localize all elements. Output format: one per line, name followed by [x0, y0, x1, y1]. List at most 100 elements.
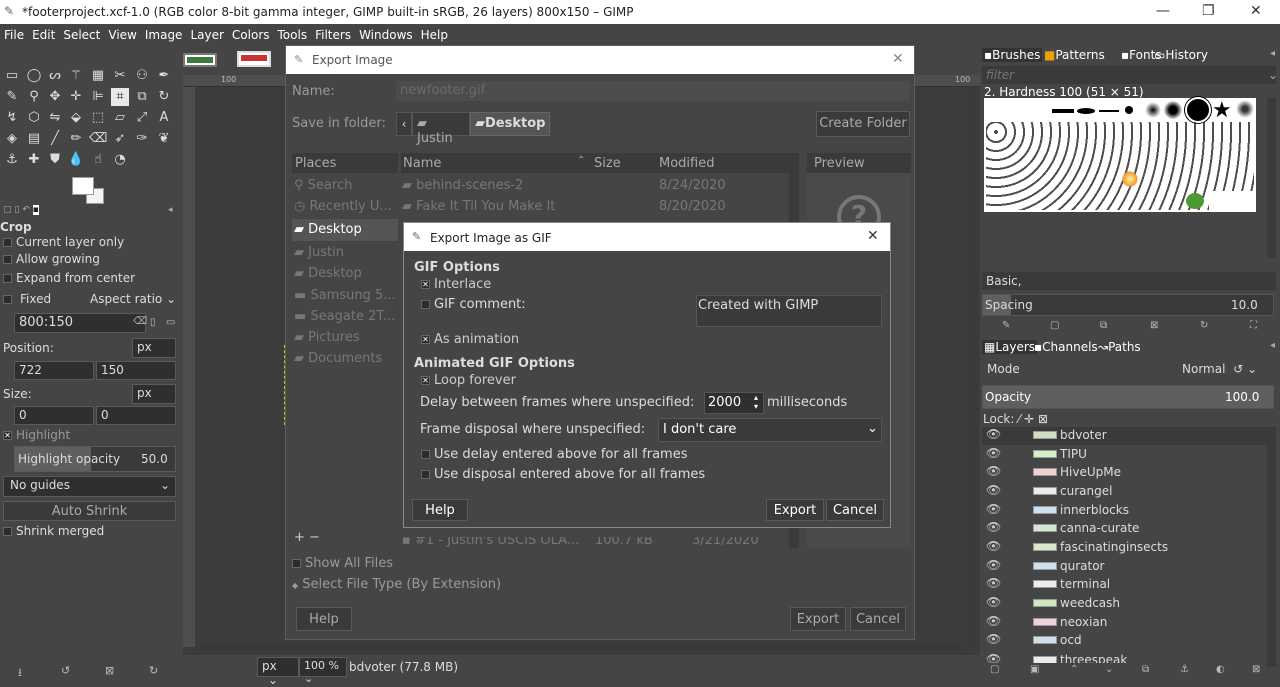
export-cancel-button[interactable]: Cancel: [850, 607, 906, 631]
use-disposal-option[interactable]: Use disposal entered above for all frame…: [421, 467, 705, 482]
eye-icon[interactable]: 👁: [986, 502, 1001, 516]
shrink-merged-option[interactable]: Shrink merged: [3, 524, 186, 538]
zoom-select[interactable]: 100 % ⌄: [299, 657, 347, 685]
unified-transform-icon[interactable]: ⧉: [133, 88, 151, 106]
eye-icon[interactable]: 👁: [986, 614, 1001, 628]
brush-thumb[interactable]: [1236, 100, 1254, 118]
brush-scrollbar[interactable]: [1267, 98, 1276, 258]
new-layer-icon[interactable]: ▣: [1030, 664, 1039, 675]
expand-from-center-checkbox[interactable]: [3, 274, 12, 283]
tab-history[interactable]: ▭History: [1154, 48, 1208, 62]
foreground-select-icon[interactable]: ⚇: [133, 67, 151, 85]
gif-comment-checkbox[interactable]: [421, 300, 430, 309]
reset-options-icon[interactable]: ↻: [149, 664, 158, 677]
new-brush-icon[interactable]: ▢: [1050, 320, 1059, 331]
clone-icon[interactable]: ⚓: [3, 151, 21, 169]
dodge-burn-icon[interactable]: ◔: [111, 151, 129, 169]
file-row[interactable]: ▰ Fake It Til You Make It 8/20/2020: [402, 199, 788, 214]
chevron-down-icon[interactable]: ⌄: [1268, 68, 1278, 82]
as-animation-option[interactable]: ✕ As animation: [421, 332, 519, 347]
save-options-icon[interactable]: ⭳: [18, 664, 22, 683]
place-recent[interactable]: ◷ Recently U...: [294, 199, 392, 214]
layer-row[interactable]: 👁 curangel: [982, 483, 1267, 501]
delete-layer-icon[interactable]: ⊠: [1252, 664, 1260, 675]
crop-icon[interactable]: ⌗: [111, 88, 129, 106]
layer-row[interactable]: 👁 TIPU: [982, 446, 1267, 464]
place-justin[interactable]: ▰ Justin: [294, 245, 344, 260]
raise-layer-icon[interactable]: ⌃: [1070, 664, 1078, 675]
panel-menu-icon[interactable]: ◂: [168, 205, 173, 215]
undo-tab-icon[interactable]: ↶: [22, 205, 30, 215]
gif-comment-option[interactable]: GIF comment:: [421, 297, 526, 312]
lasso-icon[interactable]: ᔕ: [46, 67, 64, 85]
breadcrumb-desktop[interactable]: ▰Desktop: [470, 112, 550, 136]
rect-select-icon[interactable]: ▭: [3, 67, 21, 85]
align-icon[interactable]: ⊫: [89, 88, 107, 106]
paths-icon[interactable]: ✒: [155, 67, 173, 85]
warp-icon[interactable]: ↯: [3, 109, 21, 127]
eye-icon[interactable]: 👁: [986, 520, 1001, 534]
images-tab-icon[interactable]: ▪: [32, 205, 39, 215]
menu-select[interactable]: Select: [59, 24, 104, 42]
scale-icon[interactable]: ⤢: [133, 109, 151, 127]
menu-layer[interactable]: Layer: [186, 24, 227, 42]
panel-menu-icon[interactable]: ◂: [1270, 48, 1275, 59]
guides-select[interactable]: No guides ⌄: [3, 476, 176, 497]
spacing-slider[interactable]: Spacing 10.0: [982, 294, 1274, 316]
minimize-icon[interactable]: —: [1156, 3, 1170, 19]
sparkle-brush-thumb[interactable]: [1122, 171, 1138, 187]
brush-thumb[interactable]: [1145, 102, 1161, 118]
image-thumbnail-active[interactable]: [237, 51, 271, 67]
current-layer-only-checkbox[interactable]: [3, 238, 12, 247]
eye-icon[interactable]: 👁: [986, 539, 1001, 553]
measure-icon[interactable]: ✥: [46, 88, 64, 106]
mode-select[interactable]: Normal ↺ ⌄: [1180, 359, 1276, 379]
menu-image[interactable]: Image: [141, 24, 187, 42]
place-desktop[interactable]: ▰ Desktop: [294, 266, 362, 281]
portrait-icon[interactable]: ▯: [150, 317, 156, 328]
scissors-icon[interactable]: ✂: [111, 67, 129, 85]
eye-icon[interactable]: 👁: [986, 483, 1001, 497]
expand-from-center-option[interactable]: Expand from center: [3, 271, 186, 285]
paintbrush-icon[interactable]: ╱: [46, 130, 64, 148]
position-y-input[interactable]: 150: [96, 361, 176, 380]
loop-forever-checkbox[interactable]: ✕: [421, 376, 430, 385]
place-search[interactable]: ⚲ Search: [294, 178, 352, 193]
ellipse-select-icon[interactable]: ◯: [25, 67, 43, 85]
close-icon[interactable]: ✕: [867, 228, 879, 244]
brush-preset-select[interactable]: Basic,: [982, 272, 1276, 290]
foreground-color-swatch[interactable]: [72, 177, 94, 195]
position-unit-select[interactable]: px ⌄: [132, 338, 176, 368]
eye-icon[interactable]: 👁: [986, 632, 1001, 646]
image-thumbnail[interactable]: [183, 53, 217, 67]
show-all-files-option[interactable]: Show All Files: [292, 556, 393, 571]
anchor-layer-icon[interactable]: ⚓: [1180, 664, 1189, 675]
size-unit-select[interactable]: px ⌄: [132, 384, 176, 414]
eye-icon[interactable]: 👁: [986, 595, 1001, 609]
tab-channels[interactable]: ▪Channels: [1034, 340, 1098, 354]
tab-layers[interactable]: ▦Layers: [982, 340, 1038, 354]
menu-help[interactable]: Help: [417, 24, 452, 42]
gradient-icon[interactable]: ▤: [25, 130, 43, 148]
highlight-checkbox[interactable]: ✕: [3, 431, 12, 440]
file-row[interactable]: ▪ #1 - Justin's USCIS OLA... 100.7 kB 3/21…: [402, 537, 788, 547]
eraser-icon[interactable]: ⌫: [89, 130, 107, 148]
pencil-icon[interactable]: ✏: [67, 130, 85, 148]
layer-row[interactable]: 👁 neoxian: [982, 614, 1267, 632]
place-seagate[interactable]: ▬ Seagate 2T...: [294, 309, 395, 324]
gif-comment-textarea[interactable]: Created with GIMP: [696, 295, 882, 327]
tool-options-tab-icon[interactable]: ▢: [3, 205, 12, 215]
ratio-input[interactable]: 800:150: [14, 313, 146, 333]
lock-alpha-icon[interactable]: ⊠: [1038, 412, 1048, 426]
menu-windows[interactable]: Windows: [355, 24, 417, 42]
cage-icon[interactable]: ⬡: [25, 109, 43, 127]
edit-brush-icon[interactable]: ✎: [1002, 320, 1010, 331]
place-samsung[interactable]: ▬ Samsung 5...: [294, 288, 396, 303]
ink-icon[interactable]: ✑: [133, 130, 151, 148]
fuzzy-select-icon[interactable]: ⚚: [67, 67, 85, 85]
spin-arrows-icon[interactable]: ▴ ▾: [754, 393, 758, 411]
unit-select[interactable]: px ⌄: [257, 657, 299, 687]
layer-row[interactable]: 👁 innerblocks: [982, 502, 1267, 520]
place-documents[interactable]: ▰ Documents: [294, 351, 382, 366]
bucket-fill-icon[interactable]: ◈: [3, 130, 21, 148]
